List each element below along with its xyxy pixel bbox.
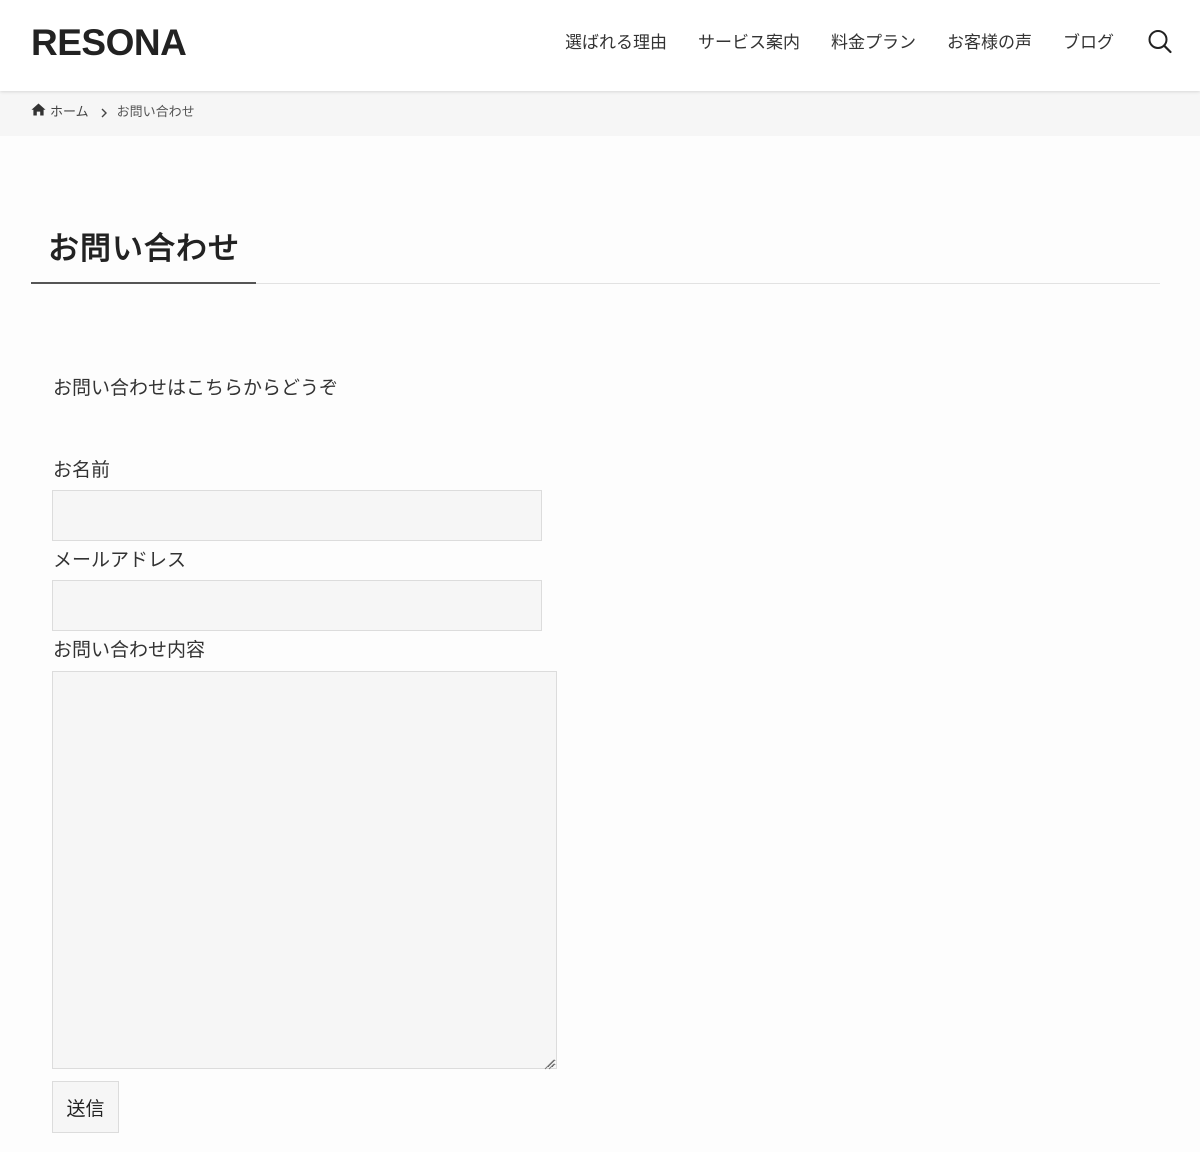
- chevron-right-icon: [101, 108, 107, 118]
- intro-text: お問い合わせはこちらからどうぞ: [53, 377, 339, 399]
- site-header: RESONA 選ばれる理由 サービス案内 料金プラン お客様の声 ブログ: [0, 0, 1200, 91]
- home-icon: [31, 103, 50, 123]
- breadcrumb-home-link[interactable]: ホーム: [31, 103, 89, 123]
- nav-item-testimonials[interactable]: お客様の声: [947, 30, 1032, 56]
- message-textarea[interactable]: [52, 671, 557, 1069]
- nav-item-services[interactable]: サービス案内: [698, 30, 800, 56]
- page-title-section: お問い合わせ: [31, 225, 1160, 284]
- email-field[interactable]: [52, 580, 542, 631]
- message-label: お問い合わせ内容: [53, 639, 206, 661]
- title-underline: [31, 282, 256, 284]
- nav-item-blog[interactable]: ブログ: [1063, 30, 1114, 56]
- search-icon[interactable]: [1146, 28, 1174, 56]
- global-nav: 選ばれる理由 サービス案内 料金プラン お客様の声 ブログ: [534, 30, 1114, 56]
- breadcrumb: ホーム お問い合わせ: [31, 103, 195, 123]
- breadcrumb-home-label: ホーム: [50, 105, 89, 120]
- breadcrumb-current: お問い合わせ: [116, 105, 195, 120]
- breadcrumb-bar: ホーム お問い合わせ: [0, 91, 1200, 136]
- page-title: お問い合わせ: [48, 231, 240, 267]
- nav-item-pricing[interactable]: 料金プラン: [831, 30, 916, 56]
- name-field[interactable]: [52, 490, 542, 541]
- nav-item-reasons[interactable]: 選ばれる理由: [565, 30, 667, 56]
- name-label: お名前: [53, 459, 111, 481]
- email-label: メールアドレス: [53, 549, 187, 571]
- site-logo[interactable]: RESONA: [31, 21, 187, 65]
- submit-button[interactable]: 送信: [52, 1081, 119, 1133]
